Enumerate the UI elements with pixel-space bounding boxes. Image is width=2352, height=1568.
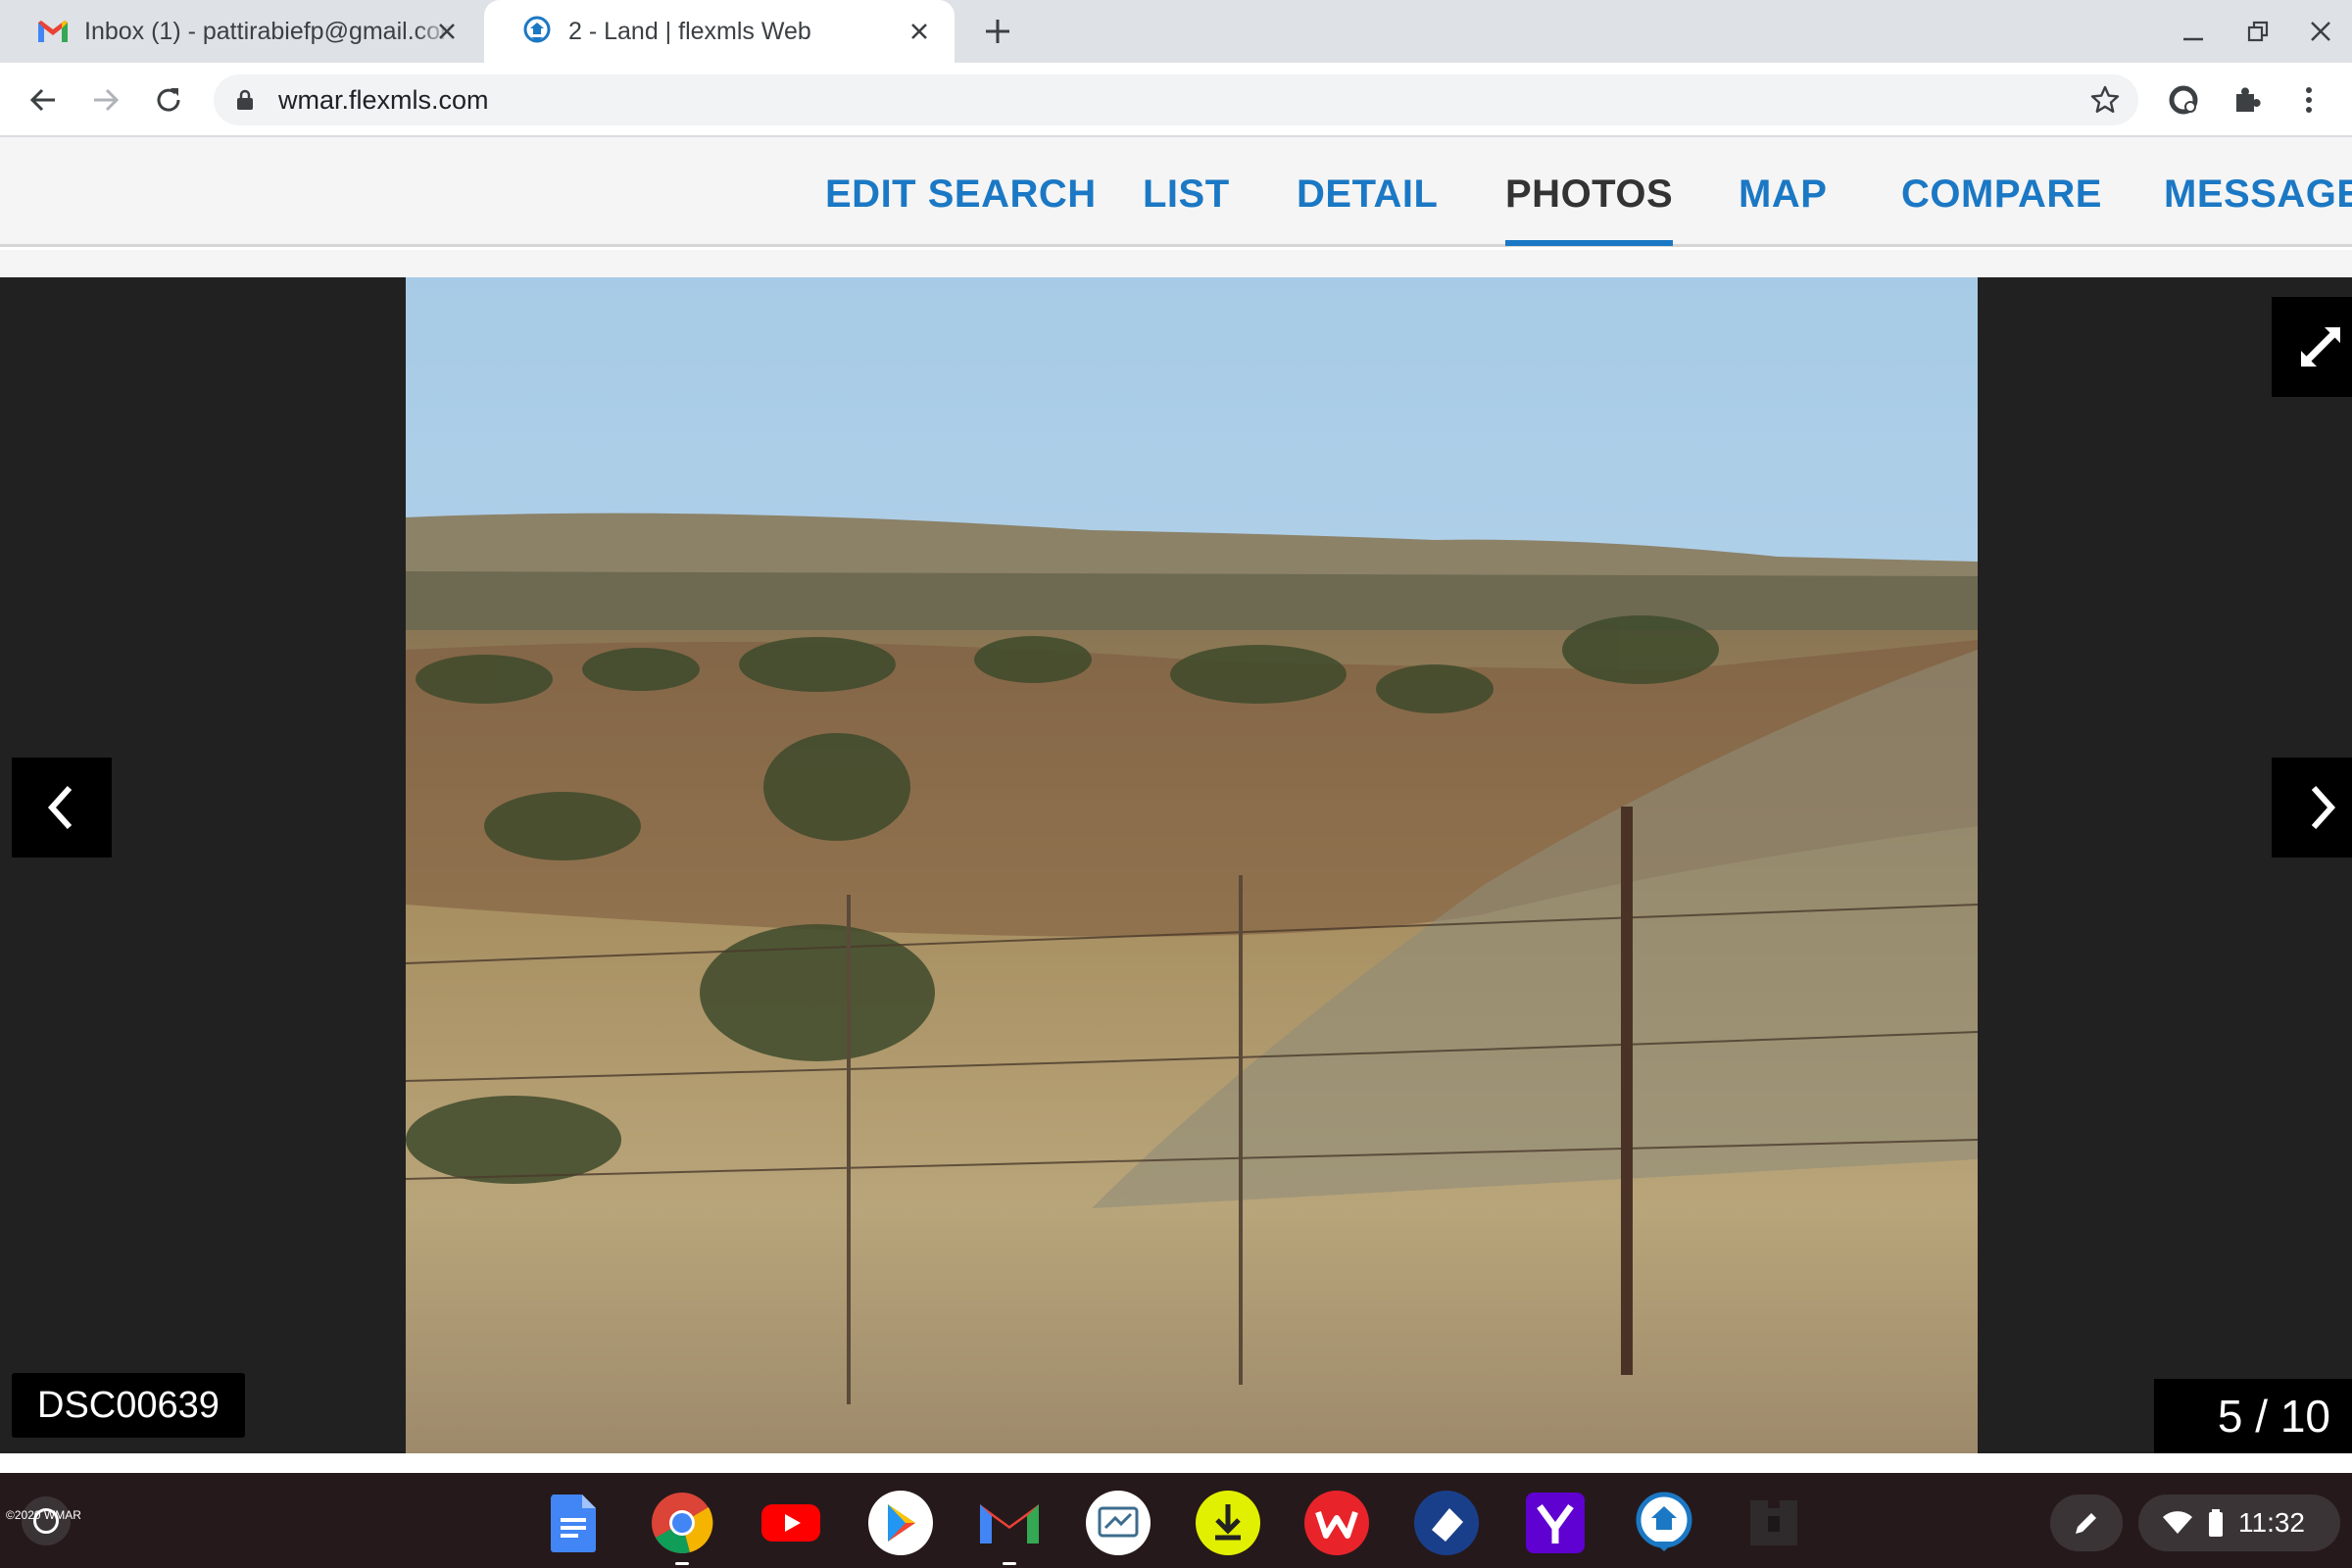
expand-icon: [2301, 327, 2340, 367]
youtube-icon: [761, 1504, 820, 1542]
tab-gmail[interactable]: Inbox (1) - pattirabiefp@gmail.com: [0, 0, 482, 63]
photo-viewer: DSC00639 5 / 10: [0, 277, 2352, 1453]
tab-flexmls[interactable]: 2 - Land | flexmls Web: [484, 0, 955, 63]
lock-icon: [237, 89, 253, 110]
restore-icon: [2247, 21, 2269, 42]
flexmls-app[interactable]: [1632, 1491, 1696, 1555]
chrome-app[interactable]: [650, 1491, 714, 1565]
chevron-right-icon: [2311, 785, 2336, 830]
clock: 11:32: [2238, 1507, 2305, 1538]
reload-icon: [157, 88, 180, 112]
desktop-app[interactable]: [1086, 1491, 1151, 1555]
photo-watermark: ©2020 WMAR: [6, 1508, 81, 1522]
back-button[interactable]: [20, 76, 67, 123]
close-tab-icon[interactable]: [904, 16, 935, 47]
tab-strip: Inbox (1) - pattirabiefp@gmail.com 2 - L…: [0, 0, 2352, 63]
battery-icon: [2209, 1509, 2223, 1537]
running-indicator: [675, 1562, 689, 1565]
arrow-right-icon: [94, 88, 120, 112]
chrome-icon: [652, 1493, 713, 1554]
close-tab-icon[interactable]: [431, 16, 463, 47]
gmail-app[interactable]: [977, 1491, 1042, 1565]
pen-icon: [2076, 1513, 2096, 1534]
profile-button[interactable]: [2160, 76, 2207, 123]
nav-detail[interactable]: DETAIL: [1297, 137, 1438, 244]
puzzle-icon: [2236, 87, 2261, 112]
extensions-button[interactable]: [2223, 76, 2270, 123]
yahoo-app[interactable]: [1523, 1491, 1588, 1555]
play-store-icon: [868, 1491, 933, 1555]
spacer: [0, 250, 2352, 277]
dark-app[interactable]: [1741, 1491, 1806, 1555]
fullscreen-button[interactable]: [2272, 297, 2352, 397]
gmail-icon: [38, 21, 68, 42]
gmail-icon: [980, 1504, 1039, 1544]
next-photo-button[interactable]: [2272, 758, 2352, 858]
shield-app-icon: [1414, 1491, 1479, 1555]
yahoo-icon: [1526, 1493, 1585, 1553]
play-store-app[interactable]: [868, 1491, 933, 1555]
close-icon: [2311, 22, 2330, 41]
dark-app-icon: [1750, 1500, 1797, 1545]
listing-photo: [406, 277, 1978, 1453]
os-shelf: ©2020 WMAR 11:32: [0, 1473, 2352, 1568]
running-indicator: [1003, 1562, 1016, 1565]
nav-edit-search[interactable]: EDIT SEARCH: [825, 137, 1097, 244]
sync-icon: [2169, 85, 2198, 115]
minimize-icon: [2183, 37, 2203, 41]
photo-counter: 5 / 10: [2154, 1379, 2352, 1453]
restore-button[interactable]: [2238, 14, 2278, 49]
minimize-button[interactable]: [2174, 14, 2213, 49]
shield-app[interactable]: [1414, 1491, 1479, 1555]
downloader-app[interactable]: [1196, 1491, 1260, 1555]
tab-title: 2 - Land | flexmls Web: [568, 17, 811, 45]
wifi-icon: [2163, 1511, 2192, 1534]
youtube-app[interactable]: [759, 1491, 823, 1555]
download-icon: [1196, 1491, 1260, 1555]
chevron-left-icon: [47, 785, 73, 830]
listing-nav: EDIT SEARCH LIST DETAIL PHOTOS MAP COMPA…: [0, 137, 2352, 247]
bookmark-star-icon[interactable]: [2089, 84, 2121, 116]
wps-office-app[interactable]: [1304, 1491, 1369, 1555]
photo-caption: DSC00639: [12, 1373, 245, 1438]
new-tab-button[interactable]: [978, 14, 1017, 49]
url-text: wmar.flexmls.com: [278, 85, 489, 115]
nav-photos[interactable]: PHOTOS: [1505, 137, 1674, 246]
browser-toolbar: wmar.flexmls.com: [0, 63, 2352, 137]
menu-button[interactable]: [2285, 76, 2332, 123]
tab-title: Inbox (1) - pattirabiefp@gmail.com: [84, 17, 452, 45]
plus-icon: [986, 20, 1009, 43]
wps-office-icon: [1304, 1491, 1369, 1555]
flexmls-icon: [1636, 1492, 1692, 1551]
desktop-app-icon: [1086, 1491, 1151, 1555]
previous-photo-button[interactable]: [12, 758, 112, 858]
more-vert-icon: [2306, 87, 2312, 113]
stylus-button[interactable]: [2050, 1494, 2123, 1551]
divider: [0, 1453, 2352, 1473]
google-docs-app[interactable]: [541, 1491, 606, 1555]
nav-messages[interactable]: MESSAGES: [2164, 137, 2352, 244]
close-window-button[interactable]: [2301, 14, 2340, 49]
reload-button[interactable]: [145, 76, 192, 123]
address-bar[interactable]: wmar.flexmls.com: [214, 74, 2138, 125]
arrow-left-icon: [29, 88, 55, 112]
status-tray[interactable]: 11:32: [2138, 1494, 2340, 1551]
nav-map[interactable]: MAP: [1739, 137, 1827, 244]
nav-list[interactable]: LIST: [1143, 137, 1230, 244]
forward-button[interactable]: [82, 76, 129, 123]
google-docs-icon: [551, 1494, 596, 1552]
flexmls-icon: [523, 16, 551, 43]
nav-compare[interactable]: COMPARE: [1901, 137, 2102, 244]
